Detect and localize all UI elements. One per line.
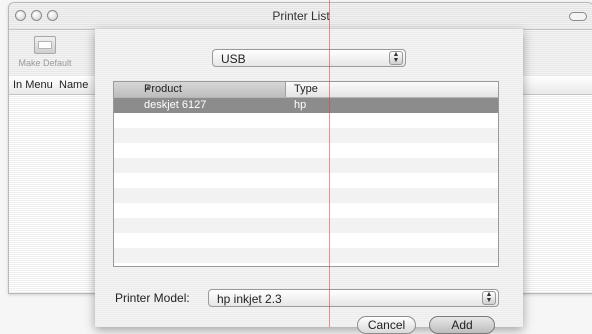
empty-list-area bbox=[114, 113, 498, 266]
column-type[interactable]: Type bbox=[294, 83, 318, 95]
sort-ascending-icon: ▲ bbox=[144, 83, 152, 92]
window-title: Printer List bbox=[272, 9, 330, 23]
guide-line bbox=[329, 0, 330, 327]
connection-type-popup[interactable]: USB ▲ ▼ bbox=[212, 49, 406, 67]
type-cell: hp bbox=[294, 99, 307, 111]
make-default-button[interactable]: Make Default bbox=[15, 36, 75, 68]
add-button[interactable]: Add bbox=[429, 316, 495, 334]
product-cell: deskjet 6127 bbox=[144, 99, 207, 111]
printer-model-popup[interactable]: hp inkjet 2.3 ▲ ▼ bbox=[208, 289, 499, 307]
table-row[interactable]: deskjet 6127 hp bbox=[114, 98, 498, 113]
add-printer-sheet: USB ▲ ▼ Product ▲ Type deskjet 6127 hp Pr… bbox=[95, 29, 523, 334]
make-default-label: Make Default bbox=[18, 58, 72, 68]
updown-arrows-icon: ▲ ▼ bbox=[389, 51, 403, 65]
toolbar-toggle-icon[interactable] bbox=[569, 12, 587, 21]
printer-model-label: Printer Model: bbox=[115, 291, 190, 305]
cancel-button[interactable]: Cancel bbox=[357, 316, 416, 334]
column-name[interactable]: Name bbox=[59, 79, 88, 91]
column-in-menu[interactable]: In Menu bbox=[13, 79, 53, 91]
column-product[interactable]: Product ▲ bbox=[114, 82, 286, 97]
product-list-header: Product ▲ Type bbox=[114, 82, 498, 98]
connection-type-value: USB bbox=[221, 52, 246, 66]
updown-arrows-icon: ▲ ▼ bbox=[482, 291, 496, 305]
window-titlebar: Printer List bbox=[9, 3, 592, 30]
printer-model-value: hp inkjet 2.3 bbox=[217, 292, 282, 306]
printer-product-list[interactable]: Product ▲ Type deskjet 6127 hp bbox=[113, 81, 499, 267]
printer-icon bbox=[34, 36, 56, 54]
